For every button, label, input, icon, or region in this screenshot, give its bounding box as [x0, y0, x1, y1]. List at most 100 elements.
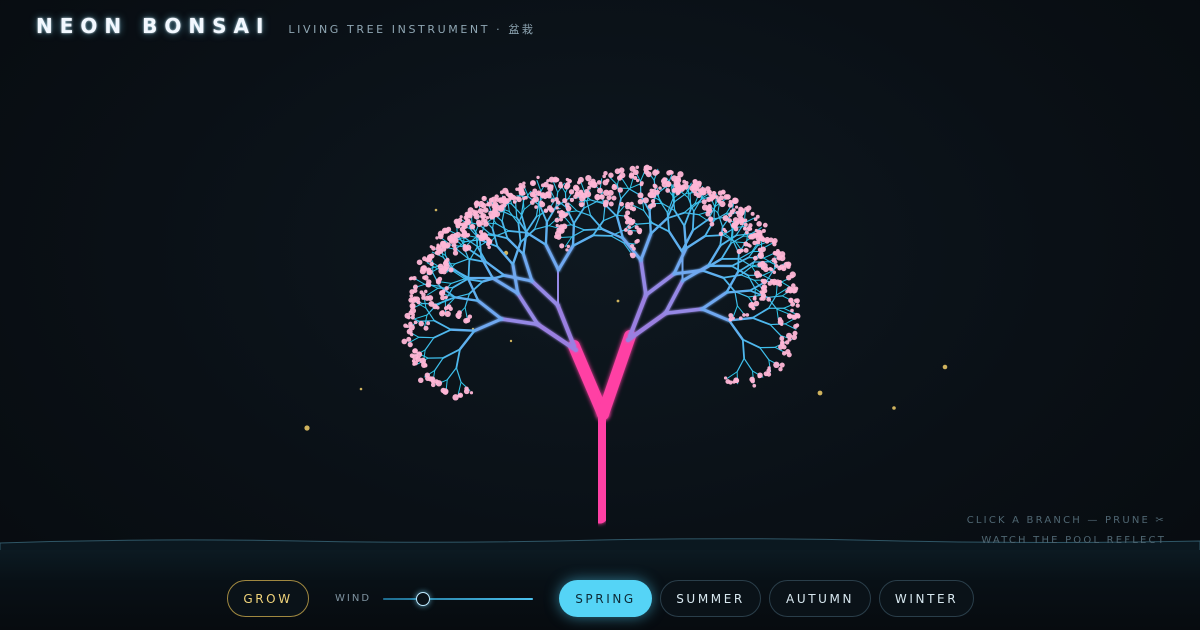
branch[interactable]: [491, 227, 499, 248]
branch[interactable]: [559, 236, 573, 239]
branch[interactable]: [639, 232, 653, 262]
branch[interactable]: [433, 319, 452, 331]
branch[interactable]: [717, 212, 724, 228]
branch[interactable]: [455, 367, 462, 383]
branch[interactable]: [741, 338, 761, 349]
tree-trunk-fork-left[interactable]: [568, 340, 609, 420]
branch[interactable]: [467, 259, 471, 281]
branch[interactable]: [700, 307, 731, 322]
branch[interactable]: [502, 273, 534, 283]
branch[interactable]: [608, 176, 618, 186]
season-spring-button[interactable]: SPRING: [559, 580, 653, 617]
branch[interactable]: [747, 274, 756, 290]
branch[interactable]: [621, 178, 629, 189]
blossom: [784, 340, 790, 345]
branch[interactable]: [536, 179, 542, 192]
branch[interactable]: [571, 222, 576, 248]
branch[interactable]: [427, 287, 439, 296]
branch[interactable]: [555, 268, 561, 307]
branch[interactable]: [727, 319, 745, 341]
branch[interactable]: [515, 202, 518, 219]
branch[interactable]: [499, 317, 540, 327]
branch[interactable]: [639, 258, 648, 297]
branch[interactable]: [691, 210, 695, 232]
branch[interactable]: [751, 316, 772, 326]
wind-slider-thumb[interactable]: [416, 591, 431, 606]
season-winter-button[interactable]: WINTER: [879, 580, 975, 617]
branch[interactable]: [602, 214, 618, 222]
branch[interactable]: [496, 245, 515, 266]
branch[interactable]: [455, 348, 461, 369]
tree-trunk-fork-right[interactable]: [597, 330, 636, 420]
branch[interactable]: [458, 329, 476, 351]
branch[interactable]: [759, 347, 770, 361]
season-summer-button[interactable]: SUMMER: [660, 580, 762, 617]
branch[interactable]: [583, 228, 604, 231]
branch[interactable]: [432, 328, 452, 339]
branch[interactable]: [732, 305, 738, 318]
branch[interactable]: [743, 357, 754, 372]
branch[interactable]: [691, 218, 710, 232]
branch[interactable]: [552, 181, 559, 193]
branch[interactable]: [700, 291, 728, 311]
branch[interactable]: [602, 205, 606, 222]
grow-button[interactable]: GROW: [227, 580, 309, 617]
branch[interactable]: [453, 296, 480, 302]
branch[interactable]: [544, 243, 560, 272]
branch[interactable]: [414, 314, 428, 320]
branch[interactable]: [464, 306, 468, 320]
branch[interactable]: [424, 337, 435, 351]
branch[interactable]: [449, 328, 476, 332]
branch[interactable]: [507, 230, 528, 234]
branch[interactable]: [517, 222, 522, 244]
branch[interactable]: [467, 278, 480, 302]
branch[interactable]: [451, 277, 471, 289]
branch[interactable]: [476, 299, 503, 321]
branch[interactable]: [434, 357, 444, 371]
branch[interactable]: [530, 279, 560, 307]
tree-trunk[interactable]: [592, 404, 612, 524]
branch[interactable]: [442, 348, 461, 359]
branch[interactable]: [680, 249, 685, 283]
branch[interactable]: [589, 214, 604, 231]
branch[interactable]: [521, 252, 534, 283]
branch[interactable]: [522, 230, 528, 256]
branch[interactable]: [571, 234, 595, 248]
branch[interactable]: [457, 381, 462, 395]
branch[interactable]: [672, 246, 688, 276]
branch[interactable]: [663, 307, 704, 316]
branch[interactable]: [769, 323, 782, 337]
blossom: [444, 310, 451, 318]
branch[interactable]: [720, 242, 732, 260]
branch[interactable]: [737, 252, 740, 273]
blossom: [548, 176, 555, 183]
branch[interactable]: [544, 221, 549, 246]
wind-slider[interactable]: [383, 591, 534, 606]
branch[interactable]: [446, 367, 457, 381]
branch[interactable]: [478, 237, 483, 259]
branch[interactable]: [734, 290, 739, 307]
branch[interactable]: [472, 317, 503, 333]
branch[interactable]: [700, 269, 725, 279]
branch[interactable]: [616, 198, 622, 218]
branch[interactable]: [663, 278, 685, 316]
branch[interactable]: [586, 201, 592, 217]
branch[interactable]: [751, 307, 770, 319]
branch[interactable]: [683, 212, 700, 216]
branch[interactable]: [736, 357, 745, 373]
branch[interactable]: [725, 289, 752, 294]
branch[interactable]: [516, 291, 540, 327]
branch[interactable]: [730, 228, 733, 245]
branch[interactable]: [722, 273, 742, 279]
branch[interactable]: [491, 276, 520, 295]
branch[interactable]: [454, 258, 470, 265]
branch[interactable]: [583, 201, 598, 209]
branch[interactable]: [573, 207, 585, 225]
branch[interactable]: [741, 338, 746, 360]
branch[interactable]: [667, 230, 684, 253]
season-autumn-button[interactable]: AUTUMN: [769, 580, 872, 617]
branch[interactable]: [480, 256, 494, 280]
branch[interactable]: [644, 272, 676, 297]
branch[interactable]: [719, 226, 724, 247]
branch[interactable]: [439, 281, 452, 284]
